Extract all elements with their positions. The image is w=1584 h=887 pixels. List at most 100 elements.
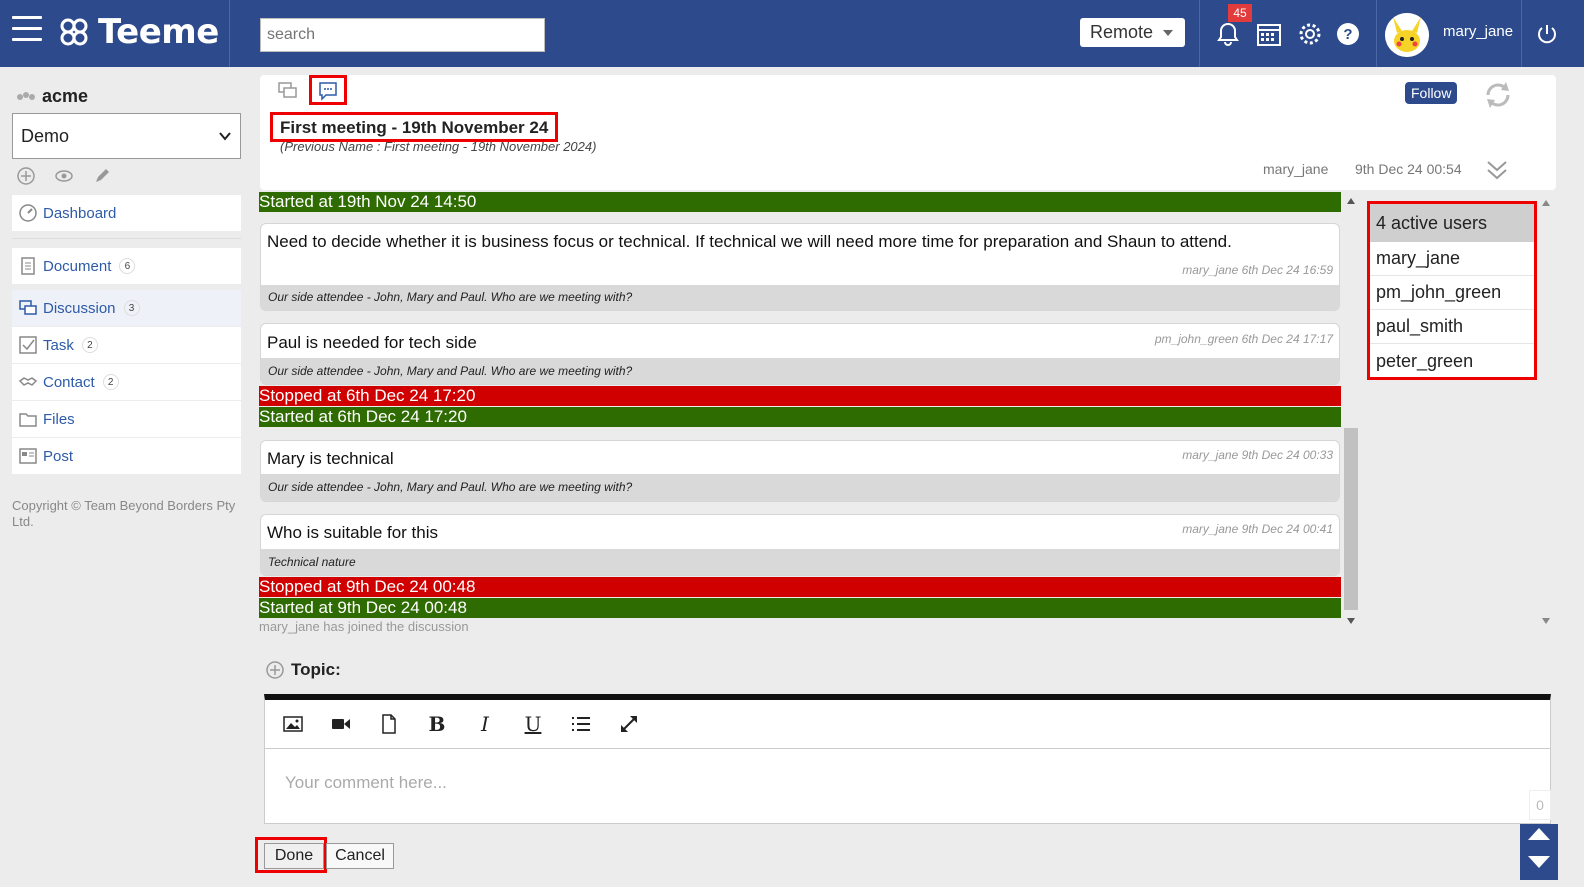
post-meta: mary_jane 9th Dec 24 00:33 bbox=[1182, 448, 1333, 462]
mode-label: Remote bbox=[1090, 22, 1154, 42]
header-divider bbox=[1521, 0, 1522, 67]
header-username[interactable]: mary_jane bbox=[1443, 23, 1513, 40]
list-item[interactable]: Paul is needed for tech side pm_john_gre… bbox=[260, 323, 1340, 385]
active-users-heading: 4 active users bbox=[1370, 204, 1534, 242]
list-item[interactable]: Need to decide whether it is business fo… bbox=[260, 223, 1340, 311]
active-user[interactable]: pm_john_green bbox=[1370, 276, 1534, 310]
refresh-icon[interactable] bbox=[1482, 80, 1514, 110]
help-icon[interactable]: ? bbox=[1334, 20, 1362, 48]
calendar-icon[interactable] bbox=[1255, 20, 1283, 48]
teeme-logo-icon bbox=[60, 18, 88, 46]
add-icon[interactable] bbox=[16, 166, 36, 186]
sidebar-item-files[interactable]: Files bbox=[12, 401, 241, 437]
chevron-down-icon bbox=[1163, 29, 1174, 36]
active-user[interactable]: peter_green bbox=[1370, 344, 1534, 378]
post-text: Who is suitable for this bbox=[267, 523, 439, 542]
header-divider bbox=[1199, 0, 1200, 67]
avatar[interactable] bbox=[1385, 13, 1429, 57]
users-scrollbar[interactable] bbox=[1540, 196, 1552, 630]
post-topic: Our side attendee - John, Mary and Paul.… bbox=[261, 474, 1339, 501]
svg-text:?: ? bbox=[1343, 26, 1352, 43]
topic-label: Topic: bbox=[291, 660, 341, 679]
sidebar-item-document[interactable]: Document 6 bbox=[12, 248, 241, 284]
sidebar-item-discussion[interactable]: Discussion 3 bbox=[12, 290, 241, 326]
follow-button[interactable]: Follow bbox=[1405, 82, 1458, 104]
add-topic-icon[interactable] bbox=[265, 660, 285, 680]
scroll-up-icon[interactable] bbox=[1347, 198, 1355, 204]
org-icon bbox=[17, 91, 35, 100]
active-user[interactable]: mary_jane bbox=[1370, 242, 1534, 276]
sidebar-item-label: Contact bbox=[43, 373, 95, 391]
comment-input[interactable]: Your comment here... bbox=[285, 773, 447, 793]
scroll-down-icon[interactable] bbox=[1542, 618, 1550, 624]
workspace-tools bbox=[16, 166, 112, 186]
active-users-panel: 4 active users mary_jane pm_john_green p… bbox=[1367, 201, 1537, 380]
video-icon[interactable] bbox=[331, 714, 351, 734]
chevron-down-icon bbox=[219, 132, 231, 141]
document-icon bbox=[21, 257, 35, 275]
workspace-select[interactable]: Demo bbox=[12, 113, 241, 159]
avatar-image-icon bbox=[1385, 13, 1429, 57]
pencil-icon[interactable] bbox=[92, 166, 112, 186]
notification-badge[interactable]: 45 bbox=[1228, 4, 1252, 22]
double-chevron-down-icon[interactable] bbox=[1485, 158, 1509, 182]
post-icon bbox=[19, 448, 37, 464]
scroll-down-icon[interactable] bbox=[1347, 618, 1355, 624]
scroll-up-icon[interactable] bbox=[1542, 200, 1550, 206]
sidebar-item-count: 3 bbox=[123, 300, 140, 316]
list-item[interactable]: Who is suitable for this mary_jane 9th D… bbox=[260, 514, 1340, 576]
gear-icon[interactable] bbox=[1296, 20, 1324, 48]
bell-icon[interactable] bbox=[1214, 20, 1242, 48]
scrollbar-thumb[interactable] bbox=[1344, 428, 1358, 610]
italic-icon[interactable]: I bbox=[475, 712, 495, 736]
post-topic: Our side attendee - John, Mary and Paul.… bbox=[261, 285, 1339, 310]
stopped-event: Stopped at 9th Dec 24 00:48 bbox=[259, 577, 1341, 597]
post-meta: mary_jane 6th Dec 24 16:59 bbox=[1182, 263, 1333, 277]
post-text: Mary is technical bbox=[267, 449, 394, 468]
search-input[interactable] bbox=[260, 18, 545, 52]
app-brand: Teeme bbox=[98, 12, 219, 52]
list-item[interactable]: Mary is technical mary_jane 9th Dec 24 0… bbox=[260, 440, 1340, 502]
discussion-title: First meeting - 19th November 24 bbox=[270, 112, 559, 142]
post-meta: mary_jane 9th Dec 24 00:41 bbox=[1182, 522, 1333, 536]
sidebar-item-post[interactable]: Post bbox=[12, 438, 241, 474]
underline-icon[interactable]: U bbox=[523, 712, 543, 736]
mode-dropdown[interactable]: Remote bbox=[1080, 18, 1185, 47]
bold-icon[interactable]: B bbox=[427, 712, 447, 736]
header-divider bbox=[229, 0, 230, 67]
scroll-bottom-button[interactable] bbox=[1520, 850, 1558, 880]
cancel-button[interactable]: Cancel bbox=[326, 843, 394, 869]
handshake-icon bbox=[18, 377, 38, 386]
eye-icon[interactable] bbox=[54, 166, 74, 186]
app-logo[interactable]: Teeme bbox=[58, 12, 219, 52]
menu-icon[interactable] bbox=[12, 16, 42, 46]
power-icon[interactable] bbox=[1535, 22, 1559, 46]
sidebar-item-dashboard[interactable]: Dashboard bbox=[12, 195, 241, 231]
started-event: Started at 19th Nov 24 14:50 bbox=[259, 192, 1341, 212]
org-header: acme bbox=[16, 86, 88, 107]
discussion-author: mary_jane bbox=[1263, 161, 1329, 177]
arrow-up-icon bbox=[1528, 828, 1550, 840]
sidebar-item-contact[interactable]: Contact 2 bbox=[12, 364, 241, 400]
active-user[interactable]: paul_smith bbox=[1370, 310, 1534, 344]
workspace-value: Demo bbox=[21, 125, 70, 146]
sidebar-item-count: 6 bbox=[119, 258, 136, 274]
editor-toolbar: B I U bbox=[265, 700, 1550, 749]
expand-icon[interactable] bbox=[619, 714, 639, 734]
sidebar-item-task[interactable]: Task 2 bbox=[12, 327, 241, 363]
discussion-view-icon[interactable] bbox=[278, 81, 298, 101]
list-icon[interactable] bbox=[571, 714, 591, 734]
discussion-icon bbox=[19, 300, 37, 315]
started-event: Started at 6th Dec 24 17:20 bbox=[259, 407, 1341, 427]
post-text: Paul is needed for tech side bbox=[267, 333, 477, 352]
done-button[interactable]: Done bbox=[264, 843, 324, 869]
header-divider bbox=[1376, 0, 1377, 67]
sidebar-item-count: 2 bbox=[81, 337, 98, 353]
folder-icon bbox=[19, 413, 37, 427]
sidebar-item-label: Files bbox=[43, 410, 75, 428]
comment-view-icon[interactable] bbox=[318, 81, 338, 101]
file-icon[interactable] bbox=[379, 714, 399, 734]
stopped-event: Stopped at 6th Dec 24 17:20 bbox=[259, 386, 1341, 406]
stream-scrollbar[interactable] bbox=[1342, 192, 1360, 630]
image-icon[interactable] bbox=[283, 714, 303, 734]
